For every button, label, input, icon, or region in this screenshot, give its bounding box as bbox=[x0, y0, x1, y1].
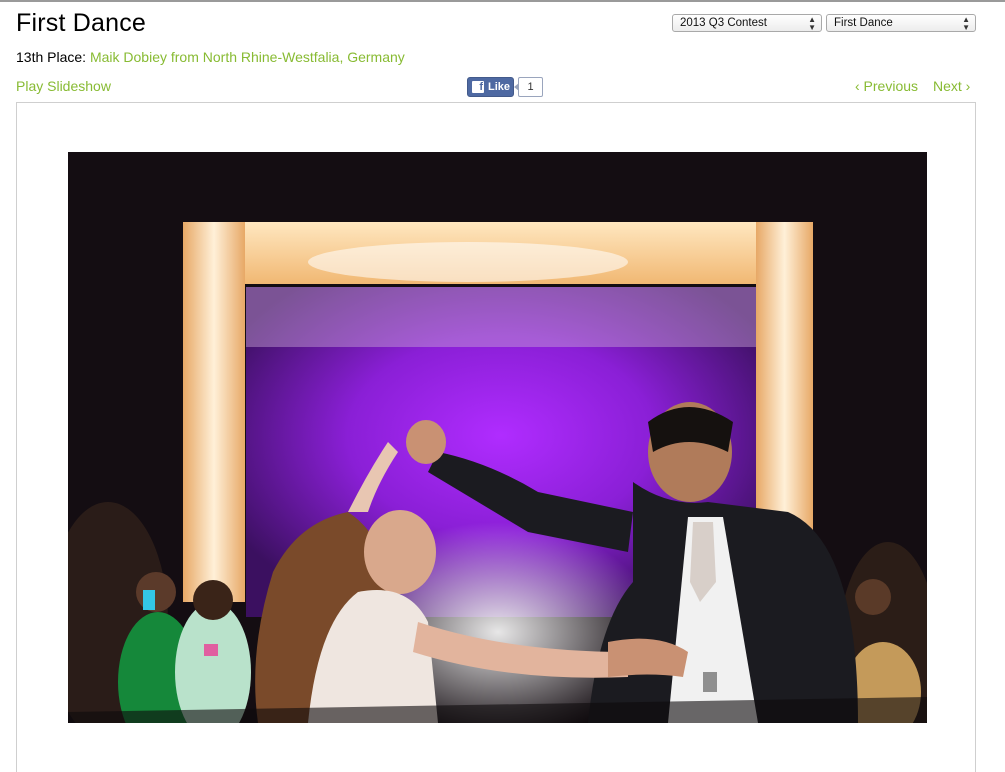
play-slideshow-link[interactable]: Play Slideshow bbox=[16, 78, 111, 94]
top-border bbox=[0, 0, 1005, 2]
contest-photo bbox=[68, 152, 927, 723]
photographer-link[interactable]: Maik Dobiey from North Rhine-Westfalia, … bbox=[90, 49, 405, 65]
select-arrows-icon: ▲ ▼ bbox=[962, 15, 970, 32]
rank-label: 13th Place: bbox=[16, 49, 87, 65]
placement-line: 13th Place: Maik Dobiey from North Rhine… bbox=[16, 49, 405, 65]
photo-illustration bbox=[68, 152, 927, 723]
like-count: 1 bbox=[514, 77, 543, 97]
category-select[interactable]: First Dance ▲ ▼ bbox=[826, 14, 976, 32]
contest-select-value: 2013 Q3 Contest bbox=[680, 17, 767, 29]
like-label: Like bbox=[488, 81, 511, 93]
category-select-value: First Dance bbox=[834, 17, 893, 29]
facebook-like-button[interactable]: f Like bbox=[467, 77, 514, 97]
facebook-icon: f bbox=[472, 81, 484, 93]
contest-select[interactable]: 2013 Q3 Contest ▲ ▼ bbox=[672, 14, 822, 32]
next-link[interactable]: Next › bbox=[933, 78, 970, 94]
select-arrows-icon: ▲ ▼ bbox=[808, 15, 816, 32]
previous-link[interactable]: ‹ Previous bbox=[855, 78, 918, 94]
page-title: First Dance bbox=[16, 9, 147, 37]
